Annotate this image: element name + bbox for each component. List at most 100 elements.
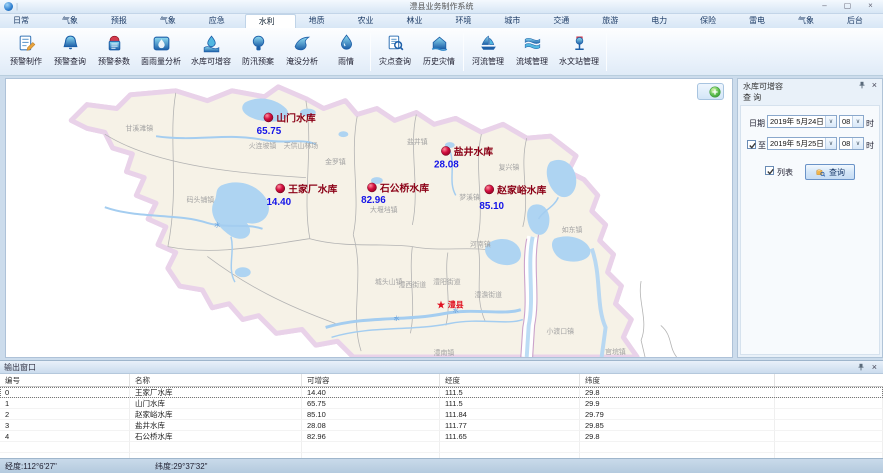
menu-tab-10[interactable]: 城市内涝 (491, 14, 540, 28)
ribbon-button-label: 面雨量分析 (141, 56, 181, 67)
chevron-down-icon[interactable]: ∨ (852, 138, 863, 149)
menu-tab-2[interactable]: 预报制作 (98, 14, 147, 28)
chevron-down-icon[interactable]: ∨ (852, 116, 863, 127)
menu-tab-14[interactable]: 保险气象 (687, 14, 736, 28)
menu-tab-12[interactable]: 旅游气象 (589, 14, 638, 28)
menu-tab-11[interactable]: 交通预报 (540, 14, 589, 28)
table-row[interactable]: 4石公桥水库82.96111.6529.8 (0, 431, 883, 442)
reservoir-marker[interactable] (485, 185, 494, 194)
end-hour-select[interactable]: 08 ∨ (839, 137, 864, 150)
ribbon-button-label: 雨情 (338, 56, 354, 67)
list-label: 列表 (777, 167, 793, 178)
ribbon-button-doc-edit[interactable]: 预警制作 (4, 30, 48, 74)
table-cell: 3 (0, 420, 130, 431)
menu-tab-0[interactable]: 日常业务 (0, 14, 49, 28)
menu-tab-16[interactable]: 气象指数 (785, 14, 834, 28)
menu-tab-15[interactable]: 雷电预警 (736, 14, 785, 28)
menu-tab-6[interactable]: 地质灾害 (296, 14, 345, 28)
check-icon (748, 141, 757, 150)
menu-tab-9[interactable]: 环境气象 (442, 14, 491, 28)
pin-icon[interactable] (857, 363, 865, 371)
reservoir-value-label: 85.10 (479, 201, 504, 212)
query-button-label: 查询 (829, 167, 845, 178)
pin-icon[interactable] (858, 81, 866, 89)
end-hour-value: 08 (842, 139, 850, 148)
chevron-down-icon[interactable]: ∨ (825, 138, 836, 149)
table-cell (130, 442, 302, 453)
menu-tab-13[interactable]: 电力气象 (638, 14, 687, 28)
chevron-down-icon[interactable]: ∨ (825, 116, 836, 127)
ribbon-button-label: 预警参数 (98, 56, 130, 67)
ribbon-button-search-doc[interactable]: 灾点查询 (373, 30, 417, 74)
table-header-row: 编号名称可增容经度纬度 (0, 374, 883, 387)
ribbon-button-rain-box[interactable]: 面雨量分析 (136, 30, 186, 74)
ribbon-button-bell[interactable]: 预警查询 (48, 30, 92, 74)
ribbon-button-label: 预警制作 (10, 56, 42, 67)
title-bar: | 澧县业务制作系统 – ▢ × (0, 0, 883, 14)
waves-icon (522, 33, 543, 54)
ribbon-button-label: 流域管理 (516, 56, 548, 67)
town-label: 大堰垱镇 (370, 205, 398, 214)
reservoir-marker[interactable] (276, 184, 285, 193)
ribbon-button-label: 历史灾情 (423, 56, 455, 67)
ribbon-button-drop[interactable]: 雨情 (324, 30, 368, 74)
maximize-button[interactable]: ▢ (839, 1, 856, 12)
reservoir-marker[interactable] (264, 113, 273, 122)
panel-tab-query[interactable]: 查 询 (743, 92, 761, 103)
query-button[interactable]: 查询 (805, 164, 855, 180)
column-header (775, 374, 883, 386)
output-close-icon[interactable]: × (872, 362, 877, 372)
ribbon-button-house-flood[interactable]: 历史灾情 (417, 30, 461, 74)
map-panel[interactable]: 甘溪滩镇火连坡镇天供山林场金罗镇盐井镇复兴镇码头铺镇梦溪镇大堰垱镇如东镇河南镇城… (5, 78, 733, 358)
reservoir-marker[interactable] (441, 146, 450, 155)
table-row[interactable]: 3盐井水库28.08111.7729.85 (0, 420, 883, 431)
close-button[interactable]: × (862, 1, 879, 12)
column-header: 可增容 (302, 374, 440, 386)
ribbon-button-buoy[interactable]: 水文站管理 (554, 30, 604, 74)
menu-tab-8[interactable]: 林业气象 (394, 14, 443, 28)
ribbon-button-waves[interactable]: 流域管理 (510, 30, 554, 74)
ribbon-group-separator (463, 33, 464, 71)
ribbon-group-separator (370, 33, 371, 71)
county-shape (71, 87, 637, 357)
table-row[interactable] (0, 442, 883, 453)
start-hour-select[interactable]: 08 ∨ (839, 115, 864, 128)
reservoir-name-label: 王家厂水库 (288, 182, 337, 195)
map-expand-control[interactable] (697, 83, 724, 100)
buoy-icon (569, 33, 590, 54)
town-label: 码头铺镇 (187, 195, 215, 204)
table-row[interactable]: 1山门水库65.75111.529.9 (0, 398, 883, 409)
reservoir-name-label: 赵家峪水库 (496, 183, 546, 196)
ribbon-button-reservoir[interactable]: 水库可增容 (186, 30, 236, 74)
table-cell: 石公桥水库 (130, 431, 302, 442)
query-form: 日期 2019年 5月24日 ∨ 08 ∨ 时 至 2019年 5月25日 ∨ … (740, 105, 880, 355)
end-date-select[interactable]: 2019年 5月25日 ∨ (767, 137, 837, 150)
menu-tab-3[interactable]: 气象预警 (147, 14, 196, 28)
menu-tab-7[interactable]: 农业气象 (345, 14, 394, 28)
town-label: 河南镇 (470, 240, 491, 249)
panel-close-icon[interactable]: × (872, 80, 877, 90)
column-header: 纬度 (580, 374, 775, 386)
to-date-checkbox[interactable] (747, 140, 756, 149)
list-checkbox[interactable] (765, 166, 774, 175)
reservoir-marker[interactable] (367, 183, 376, 192)
ribbon-button-wave[interactable]: 淹没分析 (280, 30, 324, 74)
output-window-header: 输出窗口 × (0, 361, 883, 374)
table-cell: 盐井水库 (130, 420, 302, 431)
ribbon-button-sailboat[interactable]: 河流管理 (466, 30, 510, 74)
menu-tab-17[interactable]: 后台管理 (834, 14, 883, 28)
start-date-select[interactable]: 2019年 5月24日 ∨ (767, 115, 837, 128)
hour-label-2: 时 (866, 140, 874, 151)
minimize-button[interactable]: – (816, 1, 833, 12)
town-label: 澧西街道 (399, 280, 427, 289)
ribbon-button-bulb[interactable]: 防汛预案 (236, 30, 280, 74)
ribbon-button-siren[interactable]: 预警参数 (92, 30, 136, 74)
table-row[interactable]: 0王家厂水库14.40111.529.8 (0, 387, 883, 398)
county-map[interactable]: 甘溪滩镇火连坡镇天供山林场金罗镇盐井镇复兴镇码头铺镇梦溪镇大堰垱镇如东镇河南镇城… (6, 79, 732, 357)
menu-tab-4[interactable]: 应急气象 (196, 14, 245, 28)
menu-tab-5[interactable]: 水利气象 (245, 14, 296, 28)
town-label: 天供山林场 (284, 141, 319, 150)
menu-tab-1[interactable]: 气象信息 (49, 14, 98, 28)
table-row[interactable]: 2赵家峪水库85.10111.8429.79 (0, 409, 883, 420)
zoom-in-icon[interactable] (709, 86, 721, 98)
